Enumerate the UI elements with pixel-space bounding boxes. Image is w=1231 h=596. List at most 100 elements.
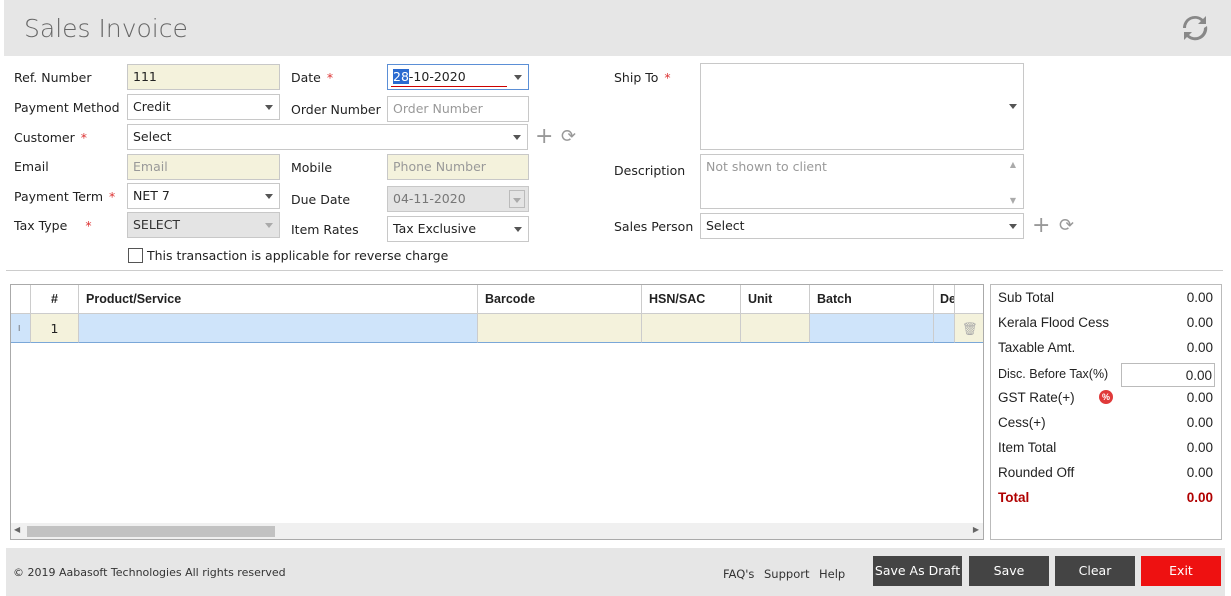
scrollbar-thumb[interactable] — [27, 526, 275, 537]
cell-batch[interactable] — [810, 314, 934, 343]
row-indicator[interactable]: I — [11, 314, 31, 343]
reverse-charge-checkbox[interactable] — [128, 248, 143, 263]
sales-person-value: Select — [706, 218, 745, 233]
date-label-text: Date — [291, 70, 321, 85]
refresh-icon[interactable] — [1181, 12, 1209, 47]
sales-person-select[interactable]: Select — [700, 213, 1024, 239]
item-rates-select[interactable]: Tax Exclusive — [387, 216, 529, 242]
rounded-off-label: Rounded Off — [998, 465, 1075, 480]
flood-cess-row: Kerala Flood Cess 0.00 — [998, 315, 1213, 335]
header-bar — [4, 0, 1231, 56]
save-as-draft-button[interactable]: Save As Draft — [873, 556, 962, 586]
ship-to-select[interactable] — [700, 63, 1024, 150]
sales-person-label: Sales Person — [614, 219, 694, 234]
tax-type-select[interactable]: SELECT — [127, 212, 280, 238]
faq-link[interactable]: FAQ's — [723, 567, 754, 581]
rounded-off-value: 0.00 — [1186, 465, 1213, 480]
rounded-off-row: Rounded Off 0.00 — [998, 465, 1213, 485]
horizontal-scrollbar[interactable]: ◀ ▶ — [11, 523, 983, 539]
ship-to-label: Ship To * — [614, 70, 671, 85]
sub-total-row: Sub Total 0.00 — [998, 290, 1213, 310]
cell-product[interactable] — [79, 314, 478, 343]
email-field[interactable]: Email — [127, 154, 280, 180]
gst-label: GST Rate(+) — [998, 390, 1075, 405]
item-total-row: Item Total 0.00 — [998, 440, 1213, 460]
payment-term-label: Payment Term * — [14, 189, 115, 204]
due-date-label: Due Date — [291, 192, 351, 207]
payment-method-select[interactable]: Credit — [127, 94, 280, 120]
total-row: Total 0.00 — [998, 490, 1213, 510]
clear-button[interactable]: Clear — [1055, 556, 1135, 586]
payment-term-value: NET 7 — [133, 188, 170, 203]
cell-description[interactable] — [934, 314, 955, 343]
exit-button[interactable]: Exit — [1141, 556, 1221, 586]
tax-type-label-text: Tax Type — [14, 218, 68, 233]
customer-value: Select — [133, 129, 172, 144]
chevron-down-icon — [265, 105, 273, 110]
description-textarea[interactable]: Not shown to client — [700, 154, 1024, 209]
chevron-down-icon — [514, 227, 522, 232]
date-label: Date * — [291, 70, 333, 85]
row-header-corner — [11, 285, 31, 314]
add-customer-icon[interactable]: + — [535, 126, 553, 148]
required-marker: * — [85, 218, 92, 233]
email-label: Email — [14, 159, 49, 174]
col-hsn[interactable]: HSN/SAC — [642, 285, 741, 314]
sub-total-value: 0.00 — [1186, 290, 1213, 305]
cell-unit[interactable] — [741, 314, 810, 343]
support-link[interactable]: Support — [764, 567, 809, 581]
tax-type-value: SELECT — [133, 217, 181, 232]
copyright-text: © 2019 Aabasoft Technologies All rights … — [13, 566, 286, 579]
refresh-customer-icon[interactable]: ⟳ — [561, 127, 576, 147]
section-divider — [6, 270, 1223, 271]
refresh-sales-person-icon[interactable]: ⟳ — [1059, 216, 1074, 236]
help-link[interactable]: Help — [819, 567, 845, 581]
customer-label-text: Customer — [14, 130, 75, 145]
add-sales-person-icon[interactable]: + — [1032, 215, 1050, 237]
col-delete — [955, 285, 983, 314]
delete-row-icon[interactable]: 🗑 — [955, 314, 983, 343]
taxable-value: 0.00 — [1186, 340, 1213, 355]
chevron-down-icon — [265, 194, 273, 199]
col-description[interactable]: De — [934, 285, 955, 314]
order-number-label: Order Number — [291, 102, 381, 117]
cell-hsn[interactable] — [642, 314, 741, 343]
save-button[interactable]: Save — [969, 556, 1049, 586]
col-product[interactable]: Product/Service — [79, 285, 478, 314]
disc-input[interactable]: 0.00 — [1121, 363, 1215, 387]
payment-method-value: Credit — [133, 99, 171, 114]
col-batch[interactable]: Batch — [810, 285, 934, 314]
item-total-label: Item Total — [998, 440, 1057, 455]
footer-bar: © 2019 Aabasoft Technologies All rights … — [6, 548, 1225, 596]
chevron-down-icon — [513, 198, 521, 203]
due-date-picker[interactable]: 04-11-2020 — [387, 186, 529, 212]
gst-rate-percent-icon[interactable]: % — [1099, 390, 1113, 404]
col-number[interactable]: # — [31, 285, 79, 314]
description-scrollbar[interactable]: ▲ ▼ — [1004, 156, 1022, 207]
payment-method-label: Payment Method — [14, 100, 120, 115]
mobile-field[interactable]: Phone Number — [387, 154, 529, 180]
payment-term-select[interactable]: NET 7 — [127, 183, 280, 209]
sub-total-label: Sub Total — [998, 290, 1055, 305]
cell-barcode[interactable] — [478, 314, 642, 343]
date-picker[interactable]: 28-10-2020 — [387, 64, 529, 90]
cess-value: 0.00 — [1186, 415, 1213, 430]
scroll-left-icon[interactable]: ◀ — [14, 525, 20, 534]
col-barcode[interactable]: Barcode — [478, 285, 642, 314]
ship-to-label-text: Ship To — [614, 70, 659, 85]
due-date-value: 04-11-2020 — [393, 191, 466, 206]
cell-number: 1 — [31, 314, 79, 343]
required-marker: * — [326, 70, 334, 85]
due-date-dropdown-button[interactable] — [509, 190, 525, 208]
required-marker: * — [109, 189, 116, 204]
customer-select[interactable]: Select — [127, 124, 528, 150]
ref-number-label: Ref. Number — [14, 70, 92, 85]
validation-underline — [391, 86, 507, 87]
chevron-down-icon — [1009, 224, 1017, 229]
order-number-field[interactable]: Order Number — [387, 96, 529, 122]
col-unit[interactable]: Unit — [741, 285, 810, 314]
scroll-right-icon[interactable]: ▶ — [973, 525, 979, 534]
ref-number-field[interactable]: 111 — [127, 64, 280, 90]
items-grid: # Product/Service Barcode HSN/SAC Unit B… — [10, 284, 984, 540]
taxable-label: Taxable Amt. — [998, 340, 1076, 355]
